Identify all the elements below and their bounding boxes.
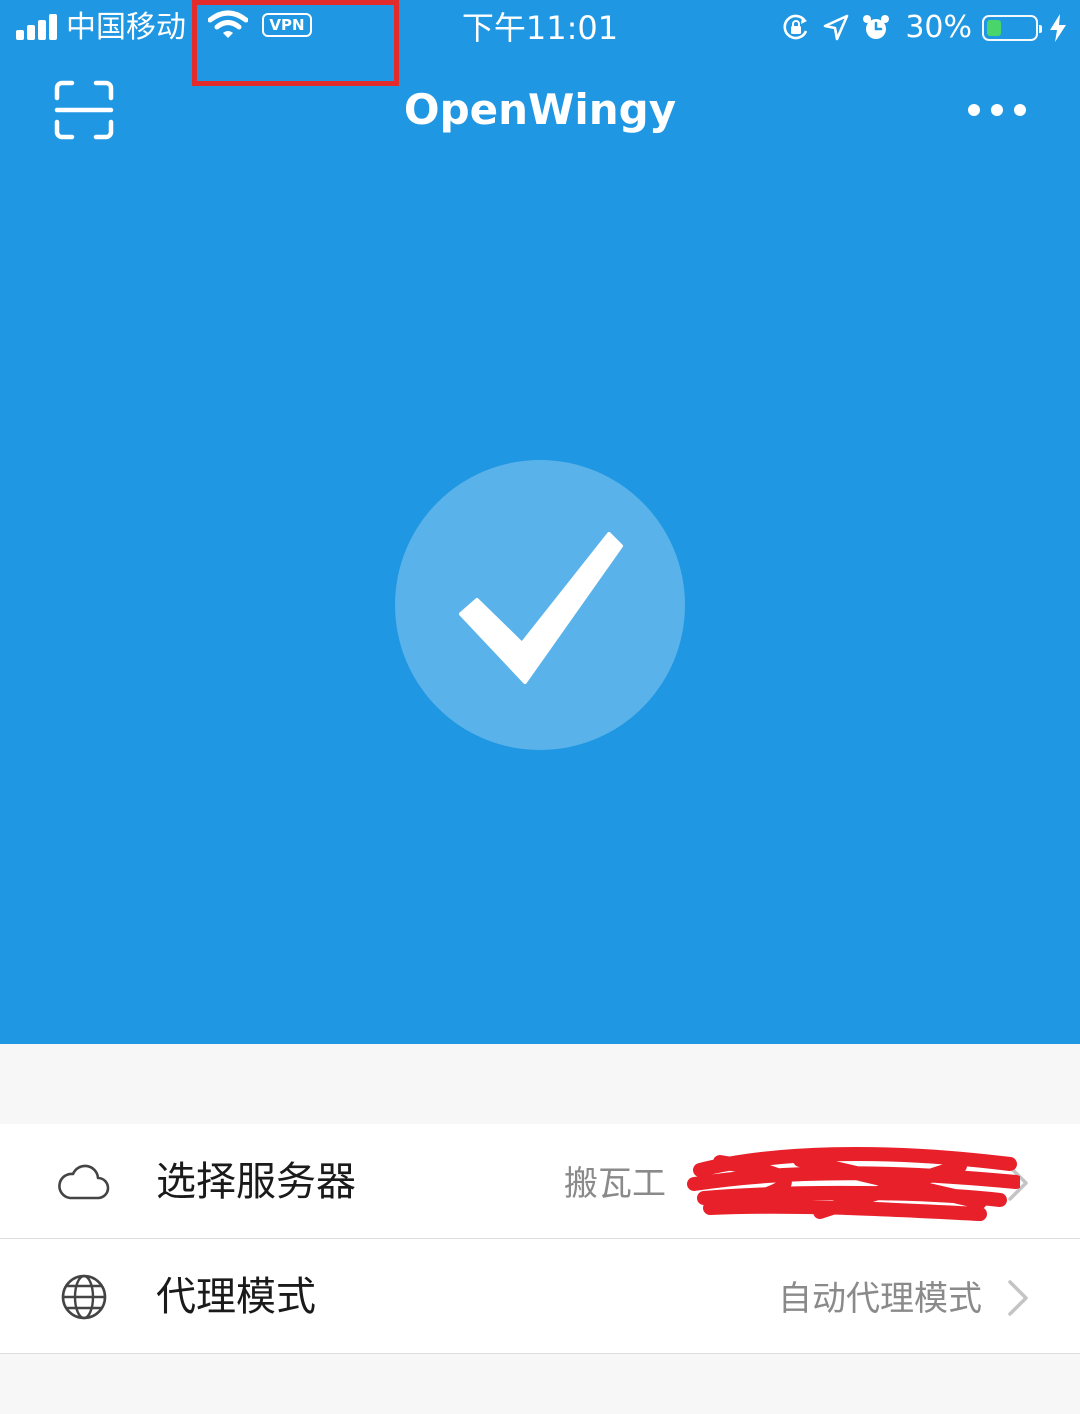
cloud-icon: [58, 1164, 110, 1200]
connect-button[interactable]: [395, 460, 685, 750]
vpn-highlight-box: [192, 0, 399, 86]
battery-icon: [982, 15, 1042, 41]
server-select-row[interactable]: 选择服务器 搬瓦工: [0, 1124, 1080, 1239]
proxy-mode-value: 自动代理模式: [778, 1279, 982, 1319]
orientation-lock-icon: [783, 14, 808, 40]
battery-fill: [987, 20, 1001, 36]
checkmark-icon: [459, 532, 623, 684]
battery-percent: 30%: [905, 10, 972, 45]
proxy-mode-row[interactable]: 代理模式 自动代理模式: [0, 1239, 1080, 1354]
proxy-mode-label: 代理模式: [156, 1274, 316, 1320]
settings-list: 选择服务器 搬瓦工 代理模式 自动代理模式: [0, 1124, 1080, 1354]
more-icon[interactable]: [966, 100, 1028, 120]
header-area: 中国移动 VPN 下午11:01 30% OpenWingy: [0, 0, 1080, 1044]
page-title: OpenWingy: [403, 85, 677, 134]
server-select-label: 选择服务器: [156, 1159, 356, 1205]
redaction-scribble: [687, 1146, 1020, 1221]
globe-icon: [61, 1274, 107, 1320]
server-select-value: 搬瓦工: [564, 1164, 666, 1204]
alarm-icon: [863, 15, 890, 39]
chevron-right-icon: [1008, 1280, 1028, 1316]
charging-icon: [1050, 14, 1066, 42]
status-bar: 中国移动 VPN 下午11:01 30%: [0, 0, 1080, 56]
status-right-group: 30%: [781, 8, 1068, 48]
location-icon: [824, 14, 849, 41]
